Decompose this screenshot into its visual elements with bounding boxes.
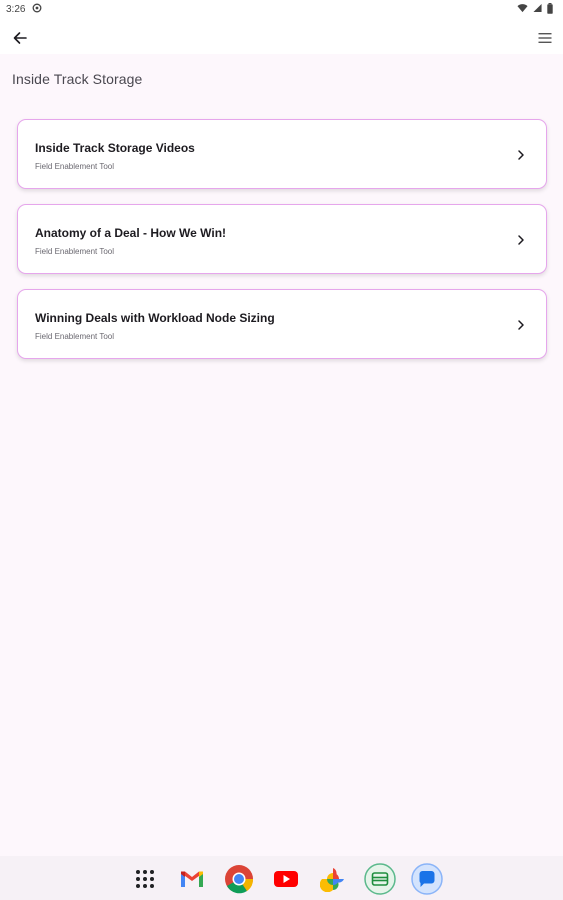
youtube-icon[interactable] — [269, 862, 303, 896]
card-title: Winning Deals with Workload Node Sizing — [35, 311, 275, 325]
status-time: 3:26 — [6, 4, 26, 15]
gmail-icon[interactable] — [175, 862, 209, 896]
card-title: Inside Track Storage Videos — [35, 141, 195, 155]
signal-icon — [533, 3, 542, 13]
app-drawer-icon[interactable] — [128, 862, 162, 896]
back-arrow-icon[interactable] — [11, 29, 29, 47]
list-card[interactable]: Anatomy of a Deal - How We Win! Field En… — [17, 204, 547, 274]
wifi-icon — [517, 4, 528, 13]
hamburger-menu-icon[interactable] — [537, 30, 553, 46]
app-bar — [0, 20, 563, 54]
card-subtitle: Field Enablement Tool — [35, 162, 115, 171]
chrome-icon[interactable] — [222, 862, 256, 896]
status-icons — [515, 3, 553, 15]
card-list: Inside Track Storage Videos Field Enable… — [17, 119, 547, 374]
battery-icon — [547, 3, 553, 14]
app-dock — [128, 862, 448, 896]
chevron-right-icon — [518, 235, 524, 245]
chevron-right-icon — [518, 320, 524, 330]
status-bar: 3:26 — [0, 0, 563, 20]
list-card[interactable]: Winning Deals with Workload Node Sizing … — [17, 289, 547, 359]
card-subtitle: Field Enablement Tool — [35, 332, 115, 341]
chevron-right-icon — [518, 150, 524, 160]
notification-icon — [32, 3, 42, 13]
wallet-icon[interactable] — [363, 862, 397, 896]
card-title: Anatomy of a Deal - How We Win! — [35, 226, 227, 240]
messages-icon[interactable] — [410, 862, 444, 896]
list-card[interactable]: Inside Track Storage Videos Field Enable… — [17, 119, 547, 189]
photos-icon[interactable] — [316, 862, 350, 896]
card-subtitle: Field Enablement Tool — [35, 247, 115, 256]
page-title: Inside Track Storage — [12, 71, 143, 87]
